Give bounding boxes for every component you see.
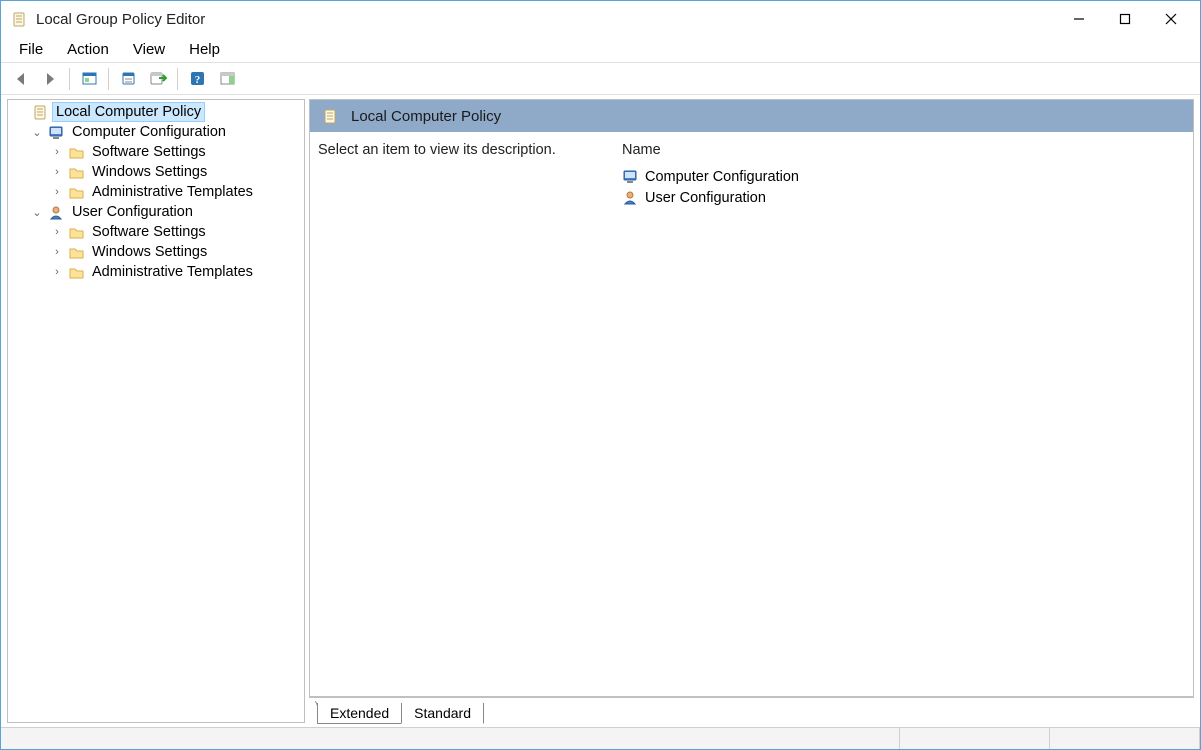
description-placeholder: Select an item to view its description. (318, 142, 556, 158)
list-item-label: Computer Configuration (645, 169, 799, 185)
maximize-button[interactable] (1102, 4, 1148, 34)
folder-icon (68, 264, 85, 281)
expand-icon[interactable]: › (50, 146, 64, 158)
status-main (1, 728, 900, 749)
tree-root[interactable]: Local Computer Policy (10, 102, 302, 122)
toolbar-separator (108, 68, 109, 90)
tree-computer-configuration[interactable]: ⌄ Computer Configuration (10, 122, 302, 142)
tree-label: Windows Settings (89, 163, 210, 181)
tree-cc-windows-settings[interactable]: › Windows Settings (10, 162, 302, 182)
policy-icon (32, 104, 49, 121)
tree-label: Windows Settings (89, 243, 210, 261)
expand-icon[interactable]: › (50, 246, 64, 258)
tree: Local Computer Policy ⌄ Computer Configu… (10, 102, 302, 282)
content-area: Local Computer Policy ⌄ Computer Configu… (1, 95, 1200, 727)
statusbar (1, 727, 1200, 749)
toolbar (1, 63, 1200, 95)
user-config-icon (622, 189, 639, 206)
titlebar: Local Group Policy Editor (1, 1, 1200, 37)
tree-pane[interactable]: Local Computer Policy ⌄ Computer Configu… (7, 99, 305, 723)
show-hide-action-pane-button[interactable] (214, 66, 240, 92)
menubar: File Action View Help (1, 37, 1200, 63)
computer-config-icon (48, 124, 65, 141)
collapse-icon[interactable]: ⌄ (30, 206, 44, 219)
tree-cc-software-settings[interactable]: › Software Settings (10, 142, 302, 162)
tree-user-configuration[interactable]: ⌄ User Configuration (10, 202, 302, 222)
list-item-label: User Configuration (645, 190, 766, 206)
tree-uc-software-settings[interactable]: › Software Settings (10, 222, 302, 242)
details-title: Local Computer Policy (351, 108, 501, 125)
folder-icon (68, 224, 85, 241)
help-button[interactable] (184, 66, 210, 92)
details-columns: Select an item to view its description. … (310, 132, 1193, 696)
tree-uc-admin-templates[interactable]: › Administrative Templates (10, 262, 302, 282)
tree-label: Software Settings (89, 143, 209, 161)
description-column: Select an item to view its description. (318, 142, 598, 686)
list-column: Name Computer Configuration User Configu… (622, 142, 1185, 686)
expand-icon[interactable]: › (50, 226, 64, 238)
menu-file[interactable]: File (9, 39, 53, 60)
list-header-name[interactable]: Name (622, 142, 1185, 158)
menu-action[interactable]: Action (57, 39, 119, 60)
close-button[interactable] (1148, 4, 1194, 34)
folder-icon (68, 184, 85, 201)
expand-icon[interactable]: › (50, 186, 64, 198)
tree-label: Administrative Templates (89, 263, 256, 281)
tree-root-label: Local Computer Policy (53, 103, 204, 121)
toolbar-separator (177, 68, 178, 90)
menu-help[interactable]: Help (179, 39, 230, 60)
menu-view[interactable]: View (123, 39, 175, 60)
tree-cc-admin-templates[interactable]: › Administrative Templates (10, 182, 302, 202)
details-body: Local Computer Policy Select an item to … (309, 99, 1194, 697)
list-item-user-configuration[interactable]: User Configuration (622, 187, 1185, 208)
policy-icon (322, 108, 339, 125)
tab-extended[interactable]: Extended (317, 703, 402, 724)
user-config-icon (48, 204, 65, 221)
status-cell-2 (1050, 728, 1200, 749)
tree-label: Administrative Templates (89, 183, 256, 201)
collapse-icon[interactable]: ⌄ (30, 126, 44, 139)
computer-config-icon (622, 168, 639, 185)
expand-icon[interactable]: › (50, 166, 64, 178)
app-icon (11, 11, 28, 28)
minimize-button[interactable] (1056, 4, 1102, 34)
show-hide-tree-button[interactable] (76, 66, 102, 92)
details-header: Local Computer Policy (310, 100, 1193, 132)
tree-label: Computer Configuration (69, 123, 229, 141)
window-title: Local Group Policy Editor (36, 11, 205, 28)
folder-icon (68, 144, 85, 161)
tree-uc-windows-settings[interactable]: › Windows Settings (10, 242, 302, 262)
status-cell-1 (900, 728, 1050, 749)
folder-icon (68, 164, 85, 181)
tree-label: User Configuration (69, 203, 196, 221)
details-pane: Local Computer Policy Select an item to … (309, 99, 1194, 723)
tab-standard[interactable]: Standard (401, 703, 484, 724)
back-button[interactable] (7, 66, 33, 92)
expand-icon[interactable]: › (50, 266, 64, 278)
forward-button[interactable] (37, 66, 63, 92)
tree-label: Software Settings (89, 223, 209, 241)
toolbar-separator (69, 68, 70, 90)
folder-icon (68, 244, 85, 261)
list-item-computer-configuration[interactable]: Computer Configuration (622, 166, 1185, 187)
properties-button[interactable] (115, 66, 141, 92)
export-list-button[interactable] (145, 66, 171, 92)
bottom-tabs: Extended Standard (309, 697, 1194, 723)
